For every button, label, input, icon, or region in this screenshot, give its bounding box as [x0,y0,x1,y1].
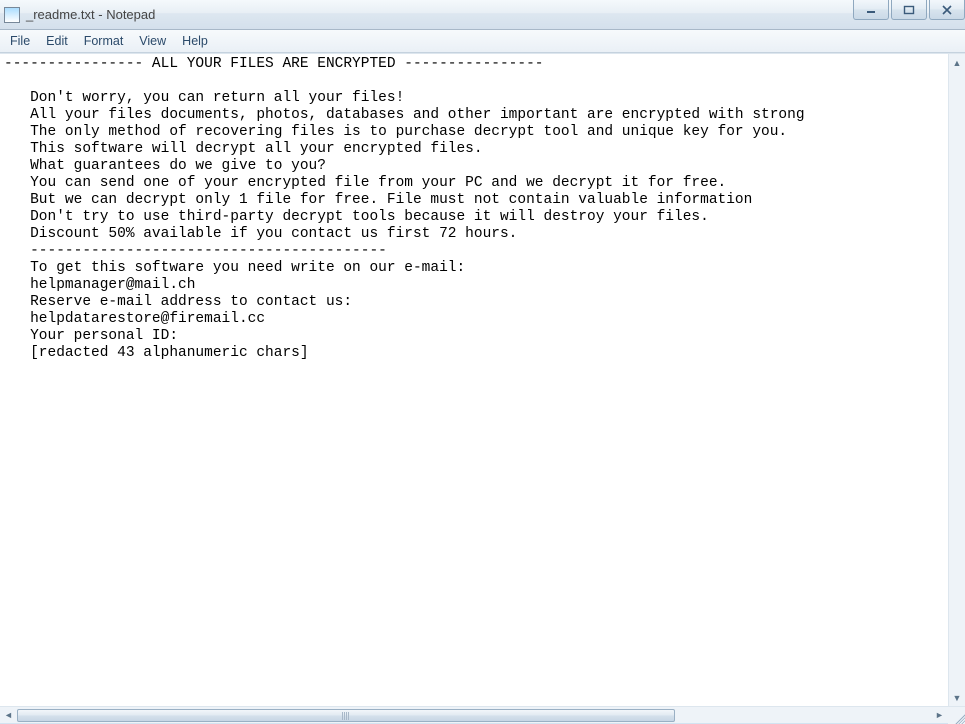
arrow-down-icon: ▼ [953,693,962,703]
hscroll-track[interactable] [17,707,931,723]
minimize-icon [865,5,877,15]
resize-grip-icon [953,712,965,724]
window-title: _readme.txt - Notepad [26,7,155,22]
window-controls [851,0,965,22]
menu-file[interactable]: File [2,32,38,50]
vertical-scrollbar[interactable]: ▲ ▼ [948,54,965,706]
maximize-icon [903,5,915,15]
menubar: File Edit Format View Help [0,30,965,53]
minimize-button[interactable] [853,0,889,20]
close-icon [941,5,953,15]
resize-corner[interactable] [948,707,965,724]
editor-container: ---------------- ALL YOUR FILES ARE ENCR… [0,53,965,723]
hscroll-thumb[interactable] [17,709,675,722]
scroll-down-button[interactable]: ▼ [949,689,965,706]
scroll-right-button[interactable]: ► [931,707,948,724]
horizontal-scrollbar[interactable]: ◄ ► [0,706,965,723]
maximize-button[interactable] [891,0,927,20]
arrow-right-icon: ► [935,710,944,720]
menu-format[interactable]: Format [76,32,132,50]
text-area[interactable]: ---------------- ALL YOUR FILES ARE ENCR… [0,54,948,706]
menu-view[interactable]: View [131,32,174,50]
arrow-left-icon: ◄ [4,710,13,720]
titlebar: _readme.txt - Notepad [0,0,965,30]
scroll-left-button[interactable]: ◄ [0,707,17,724]
menu-help[interactable]: Help [174,32,216,50]
thumb-grip-icon [342,712,350,720]
arrow-up-icon: ▲ [953,58,962,68]
close-button[interactable] [929,0,965,20]
menu-edit[interactable]: Edit [38,32,76,50]
scroll-up-button[interactable]: ▲ [949,54,965,71]
text-wrapper: ---------------- ALL YOUR FILES ARE ENCR… [0,54,965,706]
notepad-icon [4,7,20,23]
